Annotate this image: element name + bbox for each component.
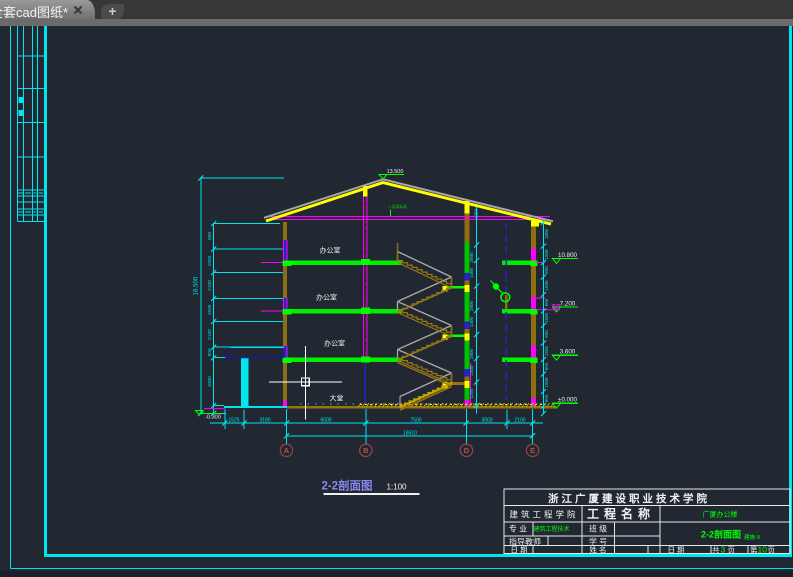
svg-text:二层梁标高: 二层梁标高 <box>388 204 407 209</box>
svg-text:1400: 1400 <box>469 267 474 278</box>
svg-text:1500: 1500 <box>544 377 549 388</box>
svg-text:10.800: 10.800 <box>558 252 577 259</box>
svg-text:10: 10 <box>758 544 768 554</box>
svg-text:7.200: 7.200 <box>560 300 576 307</box>
svg-text:1:100: 1:100 <box>386 483 407 492</box>
svg-text:建施-9: 建施-9 <box>744 533 760 541</box>
svg-text:页: 页 <box>768 545 776 554</box>
svg-text:16.500: 16.500 <box>194 276 200 295</box>
svg-text:3.600: 3.600 <box>560 349 576 356</box>
svg-text:7500: 7500 <box>410 417 421 423</box>
svg-text:3: 3 <box>721 544 726 554</box>
svg-text:2800: 2800 <box>469 252 474 263</box>
svg-text:18510: 18510 <box>403 430 417 436</box>
svg-text:建筑工程技术: 建筑工程技术 <box>533 525 569 533</box>
svg-text:-0.300: -0.300 <box>205 414 221 420</box>
svg-text:1500: 1500 <box>544 345 549 356</box>
svg-text:2800: 2800 <box>469 348 474 359</box>
svg-text:3180: 3180 <box>259 417 270 423</box>
svg-text:2800: 2800 <box>469 300 474 311</box>
svg-text:1500: 1500 <box>544 280 549 291</box>
svg-text:1800: 1800 <box>544 228 549 239</box>
svg-text:广厦办公楼: 广厦办公楼 <box>703 510 738 519</box>
svg-text:专 业: 专 业 <box>509 523 527 533</box>
svg-text:2100: 2100 <box>514 417 525 423</box>
svg-text:1400: 1400 <box>469 316 474 327</box>
svg-text:浙江广厦建设职业技术学院: 浙江广厦建设职业技术学院 <box>548 492 710 505</box>
svg-text:900: 900 <box>207 348 213 356</box>
svg-text:D: D <box>464 446 470 455</box>
svg-text:13.500: 13.500 <box>387 169 404 175</box>
svg-text:建筑工程学院: 建筑工程学院 <box>509 510 578 520</box>
svg-text:3300: 3300 <box>207 376 213 387</box>
svg-text:日 期: 日 期 <box>510 545 527 554</box>
svg-text:办公室: 办公室 <box>320 246 341 255</box>
svg-text:1250: 1250 <box>474 208 479 219</box>
svg-text:600: 600 <box>544 330 549 338</box>
svg-text:6000: 6000 <box>320 417 331 423</box>
svg-text:共: 共 <box>712 545 720 554</box>
svg-text:600: 600 <box>544 362 549 370</box>
svg-text:2-2剖面图: 2-2剖面图 <box>701 529 741 540</box>
svg-text:1400: 1400 <box>469 365 474 376</box>
svg-text:E: E <box>530 446 535 455</box>
svg-text:1500: 1500 <box>544 312 549 323</box>
svg-text:办公室: 办公室 <box>324 339 345 348</box>
svg-text:B: B <box>363 446 369 455</box>
svg-text:页: 页 <box>728 545 736 554</box>
svg-text:工程名称: 工程名称 <box>587 506 655 521</box>
svg-text:600: 600 <box>544 394 549 402</box>
svg-text:班 级: 班 级 <box>589 523 607 533</box>
svg-text:1250: 1250 <box>469 388 474 399</box>
svg-text:A: A <box>284 446 290 455</box>
svg-text:姓 名: 姓 名 <box>589 544 606 554</box>
svg-text:日 期: 日 期 <box>667 545 684 554</box>
svg-text:2100: 2100 <box>207 280 213 291</box>
svg-text:±0.000: ±0.000 <box>558 397 577 404</box>
svg-text:1500: 1500 <box>207 255 213 266</box>
svg-text:2-2剖面图: 2-2剖面图 <box>321 479 372 493</box>
svg-text:3000: 3000 <box>481 417 492 423</box>
svg-text:600: 600 <box>207 232 213 240</box>
svg-text:600: 600 <box>544 266 549 274</box>
svg-text:1500: 1500 <box>544 249 549 260</box>
svg-text:600: 600 <box>544 298 549 306</box>
svg-text:办公室: 办公室 <box>316 293 337 302</box>
svg-text:大堂: 大堂 <box>330 394 344 403</box>
svg-text:1525: 1525 <box>228 417 239 423</box>
svg-text:2100: 2100 <box>207 329 213 340</box>
svg-text:1500: 1500 <box>207 304 213 315</box>
